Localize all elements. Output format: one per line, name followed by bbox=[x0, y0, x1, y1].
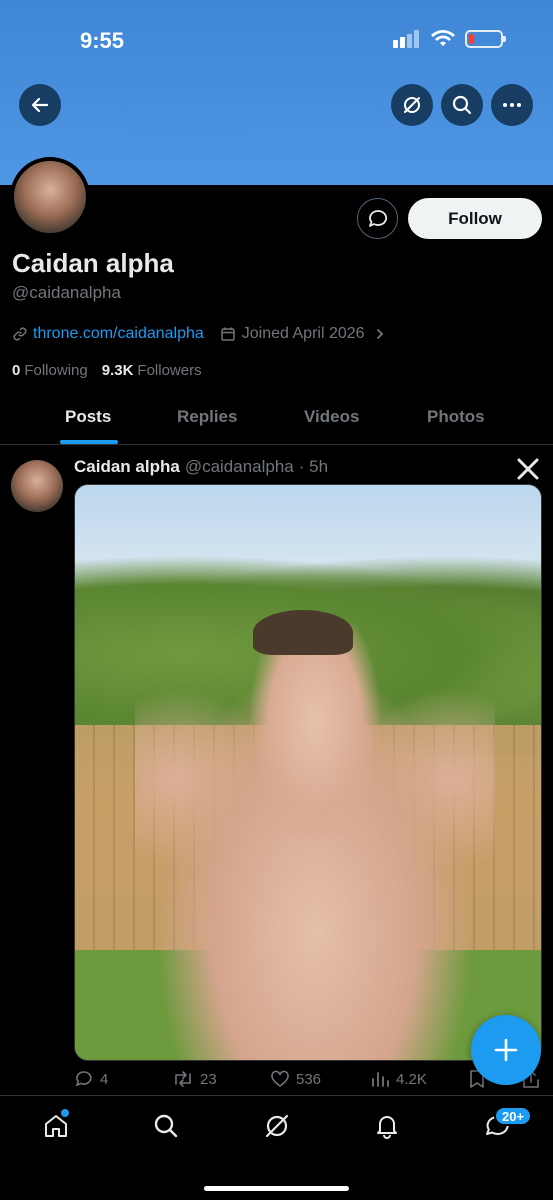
battery-icon bbox=[465, 30, 506, 48]
more-button[interactable] bbox=[491, 84, 533, 126]
bell-icon bbox=[377, 1116, 397, 1139]
status-icons bbox=[393, 30, 506, 48]
profile-handle: @caidanalpha bbox=[12, 283, 121, 302]
profile-avatar[interactable] bbox=[10, 157, 90, 237]
views-button[interactable]: 4.2K bbox=[370, 1069, 427, 1089]
search-icon bbox=[154, 1114, 178, 1138]
photo-person bbox=[135, 625, 495, 1060]
bottom-navigation: 20+ bbox=[0, 1095, 553, 1200]
chevron-right-icon[interactable] bbox=[373, 327, 387, 341]
reply-icon bbox=[75, 1071, 92, 1087]
like-count: 536 bbox=[296, 1070, 322, 1088]
reply-count: 4 bbox=[100, 1070, 109, 1088]
follow-stats: 0 Following 9.3K Followers bbox=[12, 362, 202, 379]
more-horizontal-icon bbox=[503, 103, 521, 107]
calendar-icon bbox=[221, 327, 235, 341]
like-button[interactable]: 536 bbox=[270, 1069, 321, 1089]
tab-photos[interactable]: Photos bbox=[427, 407, 485, 427]
profile-tabs: Posts Replies Videos Photos bbox=[0, 395, 553, 445]
post-image[interactable] bbox=[74, 484, 542, 1061]
post-author-name[interactable]: Caidan alpha bbox=[74, 457, 180, 477]
home-indicator bbox=[204, 1186, 349, 1191]
repost-button[interactable]: 23 bbox=[172, 1069, 217, 1089]
profile-display-name: Caidan alpha bbox=[12, 248, 174, 278]
compose-post-button[interactable] bbox=[471, 1015, 541, 1085]
active-tab-indicator bbox=[60, 440, 118, 444]
reply-button[interactable]: 4 bbox=[74, 1069, 108, 1089]
grok-icon bbox=[265, 1114, 289, 1138]
profile-link[interactable]: throne.com/caidanalpha bbox=[33, 325, 204, 343]
views-icon bbox=[372, 1072, 389, 1087]
repost-count: 23 bbox=[200, 1070, 217, 1088]
post-avatar[interactable] bbox=[11, 460, 63, 512]
nav-home[interactable] bbox=[41, 1109, 71, 1141]
message-button[interactable] bbox=[357, 198, 398, 239]
profile-joined-date: Joined April 2026 bbox=[241, 325, 365, 342]
grok-icon bbox=[404, 97, 420, 113]
heart-icon bbox=[271, 1070, 289, 1087]
grok-button[interactable] bbox=[391, 84, 433, 126]
photo-hair bbox=[253, 610, 353, 655]
signal-icon bbox=[393, 30, 419, 48]
link-icon bbox=[13, 327, 27, 341]
message-bubble-icon bbox=[368, 209, 387, 227]
back-button[interactable] bbox=[19, 84, 61, 126]
view-count: 4.2K bbox=[396, 1070, 427, 1088]
following-label: Following bbox=[24, 362, 88, 379]
tab-replies[interactable]: Replies bbox=[177, 407, 237, 427]
followers-stat[interactable]: 9.3K Followers bbox=[102, 362, 202, 379]
followers-count: 9.3K bbox=[101, 362, 134, 379]
follow-button[interactable]: Follow bbox=[408, 198, 542, 239]
home-notification-dot bbox=[61, 1109, 69, 1117]
post-actions: 4 23 536 4.2K bbox=[74, 1069, 544, 1093]
wifi-icon bbox=[431, 30, 455, 46]
post-author-handle[interactable]: @caidanalpha bbox=[185, 457, 294, 477]
following-count: 0 bbox=[12, 362, 21, 379]
followers-label: Followers bbox=[137, 362, 202, 379]
arrow-left-icon bbox=[31, 97, 49, 113]
nav-search[interactable] bbox=[151, 1111, 181, 1141]
messages-badge: 20+ bbox=[494, 1106, 533, 1126]
repost-icon bbox=[175, 1071, 191, 1087]
search-icon bbox=[452, 95, 472, 115]
status-time: 9:55 bbox=[80, 28, 125, 53]
profile-meta: throne.com/caidanalpha Joined April 2026 bbox=[12, 325, 387, 343]
plus-icon bbox=[494, 1038, 518, 1062]
nav-grok[interactable] bbox=[262, 1111, 292, 1141]
search-button[interactable] bbox=[441, 84, 483, 126]
tab-posts[interactable]: Posts bbox=[65, 407, 111, 427]
nav-notifications[interactable] bbox=[372, 1111, 402, 1141]
post-timestamp: · 5h bbox=[298, 457, 329, 476]
tab-videos[interactable]: Videos bbox=[304, 407, 359, 427]
post-header: Caidan alpha @caidanalpha · 5h bbox=[74, 457, 328, 477]
following-stat[interactable]: 0 Following bbox=[12, 362, 88, 379]
